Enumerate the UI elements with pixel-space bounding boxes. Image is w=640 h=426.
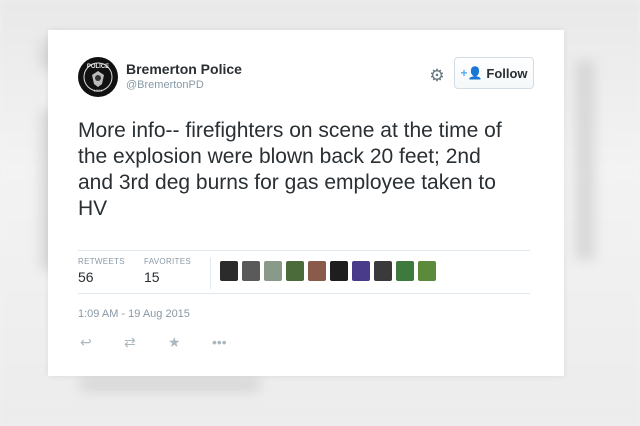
retweets-label: RETWEETS xyxy=(78,257,125,266)
tweet-actions: ↩ ⇄ ★ ••• xyxy=(80,333,256,351)
profile-avatar[interactable]: POLICE 1901 xyxy=(78,57,118,97)
svg-text:1901: 1901 xyxy=(94,88,104,93)
follow-button[interactable]: +👤 Follow xyxy=(454,57,534,89)
favoriter-avatar-4[interactable] xyxy=(286,261,304,281)
favoriter-avatar-7[interactable] xyxy=(352,261,370,281)
svg-text:POLICE: POLICE xyxy=(87,64,109,70)
favoriter-avatar-3[interactable] xyxy=(264,261,282,281)
police-badge-icon: POLICE 1901 xyxy=(79,58,117,96)
favorites-label: FAVORITES xyxy=(144,257,192,266)
more-icon[interactable]: ••• xyxy=(212,333,256,351)
favoriter-avatar-2[interactable] xyxy=(242,261,260,281)
reply-icon[interactable]: ↩ xyxy=(80,333,124,351)
account-name[interactable]: Bremerton Police xyxy=(126,61,242,77)
tweet-text: More info-- firefighters on scene at the… xyxy=(78,119,502,220)
favoriter-avatars xyxy=(220,261,436,281)
favoriter-avatar-5[interactable] xyxy=(308,261,326,281)
tweet-timestamp[interactable]: 1:09 AM - 19 Aug 2015 xyxy=(78,308,190,320)
tweet-card: POLICE 1901 Bremerton Police @BremertonP… xyxy=(48,30,564,376)
blurred-background-shape xyxy=(80,376,260,392)
retweets-stat[interactable]: RETWEETS 56 xyxy=(78,257,125,285)
account-handle[interactable]: @BremertonPD xyxy=(126,79,204,91)
favoriter-avatar-10[interactable] xyxy=(418,261,436,281)
gear-icon[interactable]: ⚙ xyxy=(428,67,446,85)
blurred-background-shape xyxy=(575,60,595,260)
tweet-stats: RETWEETS 56 FAVORITES 15 xyxy=(78,250,530,294)
favorites-count: 15 xyxy=(144,269,160,285)
favoriter-avatar-1[interactable] xyxy=(220,261,238,281)
follow-button-label: Follow xyxy=(486,65,528,81)
tweet-header: POLICE 1901 Bremerton Police @BremertonP… xyxy=(78,57,534,107)
favoriter-avatar-8[interactable] xyxy=(374,261,392,281)
retweets-count: 56 xyxy=(78,269,94,285)
add-user-icon: +👤 xyxy=(460,66,483,80)
favorites-stat[interactable]: FAVORITES 15 xyxy=(144,257,191,285)
stats-divider xyxy=(210,257,211,289)
favorite-icon[interactable]: ★ xyxy=(168,333,212,351)
favoriter-avatar-6[interactable] xyxy=(330,261,348,281)
favoriter-avatar-9[interactable] xyxy=(396,261,414,281)
retweet-icon[interactable]: ⇄ xyxy=(124,333,168,351)
